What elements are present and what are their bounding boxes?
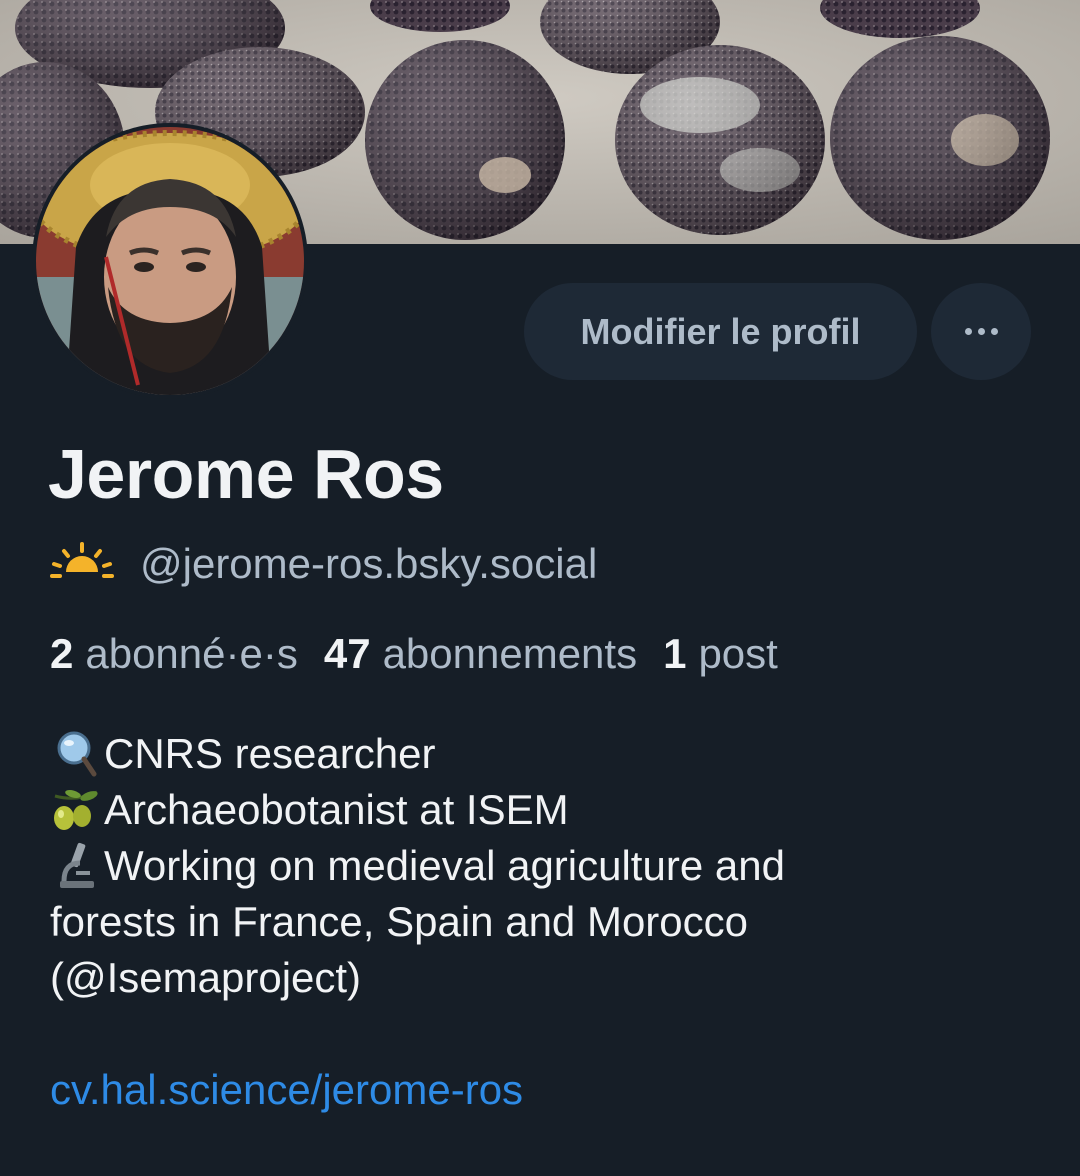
olive-icon (50, 784, 102, 836)
display-name: Jerome Ros (48, 435, 444, 513)
sunrise-icon (50, 541, 114, 587)
handle-row: @jerome-ros.bsky.social (50, 538, 597, 590)
posts-label: post (698, 630, 778, 677)
following-stat[interactable]: 47 abonnements (324, 630, 637, 678)
microscope-icon (50, 840, 102, 892)
avatar-image (36, 127, 304, 395)
followers-count: 2 (50, 630, 74, 677)
bio-line: Working on medieval agriculture and (50, 838, 1040, 894)
posts-count: 1 (663, 630, 687, 677)
more-options-button[interactable] (931, 283, 1031, 380)
profile-stats: 2 abonné·e·s 47 abonnements 1 post (50, 630, 804, 678)
bio-text: forests in France, Spain and Morocco (50, 898, 749, 945)
profile-link[interactable]: cv.hal.science/jerome-ros (50, 1066, 523, 1114)
avatar[interactable] (32, 123, 308, 399)
bio-text: Working on medieval agriculture and (104, 842, 785, 889)
following-label: abonnements (382, 630, 638, 677)
bio-text: CNRS researcher (104, 730, 436, 777)
profile-bio: CNRS researcher Archaeobotanist at ISEM … (50, 726, 1040, 1006)
bio-text: (@Isemaproject) (50, 954, 362, 1001)
following-count: 47 (323, 630, 371, 677)
bio-line: Archaeobotanist at ISEM (50, 782, 1040, 838)
handle: @jerome-ros.bsky.social (140, 540, 598, 587)
more-options-icon (964, 328, 998, 335)
posts-stat: 1 post (663, 630, 778, 678)
edit-profile-button[interactable]: Modifier le profil (524, 283, 917, 380)
bio-line: CNRS researcher (50, 726, 1040, 782)
followers-stat[interactable]: 2 abonné·e·s (50, 630, 298, 678)
magnifying-glass-icon (50, 728, 102, 780)
bio-text: Archaeobotanist at ISEM (104, 786, 569, 833)
followers-label: abonné·e·s (85, 630, 298, 677)
